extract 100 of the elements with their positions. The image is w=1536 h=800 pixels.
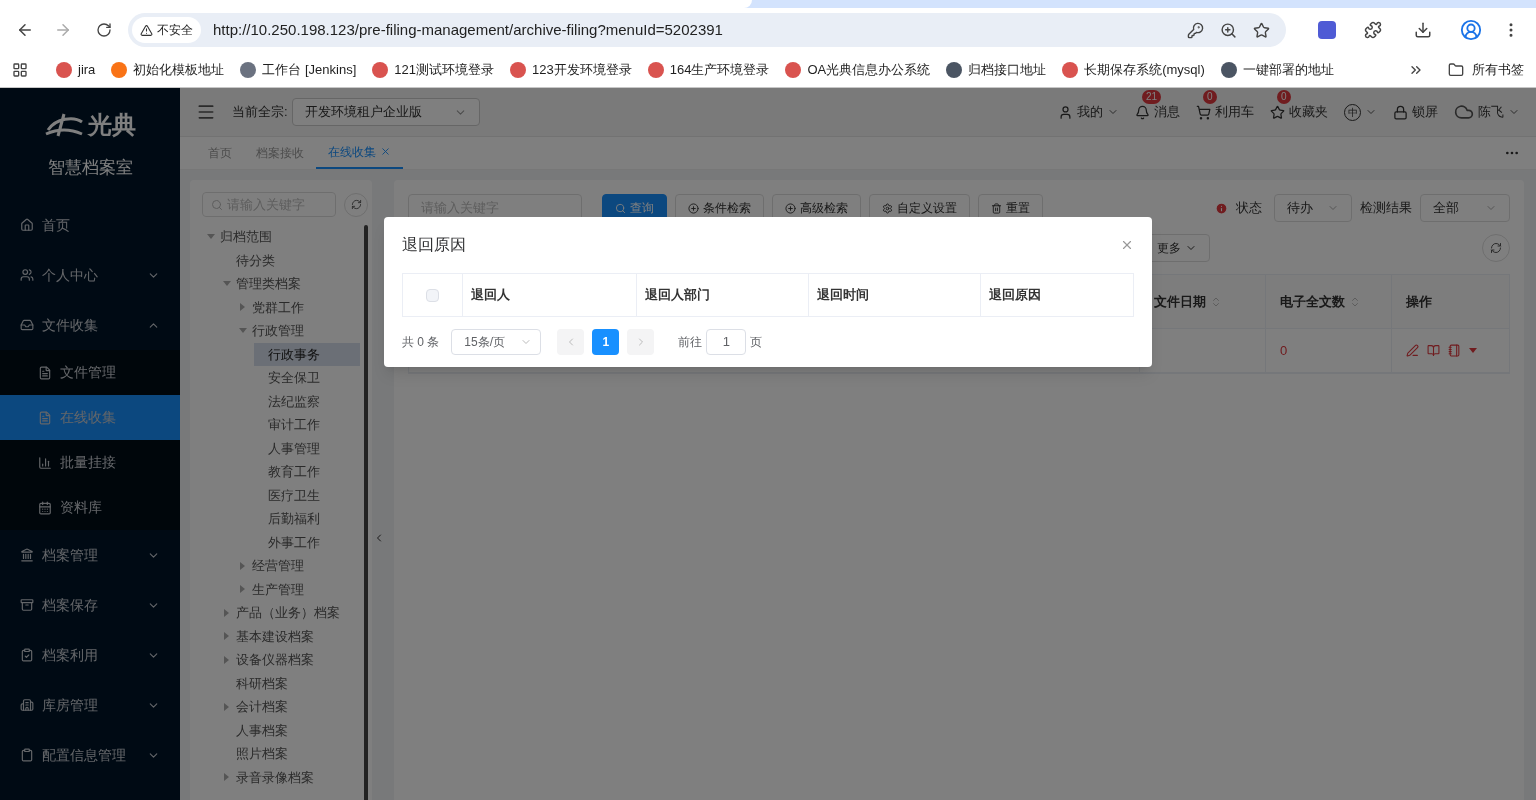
header-item[interactable]: 我的: [1058, 102, 1119, 122]
result-label: 检测结果: [1360, 199, 1412, 218]
tree-node[interactable]: 党群工作: [238, 295, 360, 319]
tree-node[interactable]: 管理类档案: [222, 272, 360, 296]
book-icon[interactable]: [1427, 344, 1440, 357]
tree-node[interactable]: 照片档案: [222, 742, 360, 766]
extension-icon[interactable]: [1318, 21, 1336, 39]
search-icon: [211, 198, 223, 211]
bookmark-link[interactable]: jira: [78, 59, 96, 80]
plus-circle-icon: [688, 202, 699, 214]
tree-node[interactable]: 教育工作: [254, 460, 360, 484]
tree-node[interactable]: 经营管理: [238, 554, 360, 578]
tree-node[interactable]: 行政管理: [238, 319, 360, 343]
result-select[interactable]: 全部: [1420, 194, 1510, 222]
reload-icon[interactable]: [96, 22, 112, 38]
tree-node[interactable]: 产品（业务）档案: [222, 601, 360, 625]
bookmark-link[interactable]: 164生产环境登录: [669, 59, 770, 80]
tree-node[interactable]: 会计档案: [222, 695, 360, 719]
refresh-icon: [350, 199, 362, 210]
bookmark-icon: [1062, 61, 1079, 78]
header-item[interactable]: 陈飞: [1454, 102, 1520, 122]
menu-item[interactable]: 文件收集: [0, 300, 180, 350]
submenu-item[interactable]: 文件管理: [0, 350, 180, 395]
count-badge: 0: [1277, 90, 1291, 105]
menu-item[interactable]: 首页: [0, 200, 180, 250]
header-item[interactable]: 消息: [1135, 102, 1180, 122]
url-text[interactable]: http://10.250.198.123/pre-filing-management/archive-filing?menuId=5202391: [213, 18, 1187, 42]
bookmark-link[interactable]: 长期保存系统(mysql): [1084, 59, 1205, 80]
close-icon[interactable]: [380, 146, 391, 157]
submenu-item[interactable]: 资料库: [0, 485, 180, 530]
page-input[interactable]: 1: [706, 329, 747, 355]
tree-node[interactable]: 科研档案: [222, 671, 360, 695]
tree-node[interactable]: 行政事务: [254, 342, 360, 366]
bookmark-link[interactable]: OA光典信息办公系统: [807, 59, 931, 80]
close-icon[interactable]: [1120, 238, 1134, 252]
caret-right-icon: [224, 773, 230, 782]
bookmark-icon: [372, 61, 389, 78]
key-icon[interactable]: [1187, 21, 1204, 39]
edit-icon[interactable]: [1406, 344, 1419, 357]
page-number-button[interactable]: 1: [592, 329, 620, 355]
page-tab[interactable]: 在线收集: [316, 136, 403, 169]
extensions-icon[interactable]: [1364, 21, 1382, 39]
caret-right-icon: [224, 702, 230, 711]
table-cell: 0: [1265, 329, 1391, 372]
menu-item[interactable]: 库房管理: [0, 680, 180, 730]
zoom-icon[interactable]: [1220, 21, 1237, 39]
user-icon: [1058, 104, 1073, 120]
tree-node[interactable]: 人事档案: [222, 718, 360, 742]
total-count: 共 0 条: [402, 334, 440, 351]
page-size-select[interactable]: 15条/页: [451, 329, 542, 355]
header-item[interactable]: 收藏夹: [1270, 102, 1328, 122]
tree-node[interactable]: 法纪监察: [254, 389, 360, 413]
scrollbar-thumb[interactable]: [364, 225, 368, 800]
profile-icon[interactable]: [1460, 19, 1482, 41]
apps-icon[interactable]: [12, 61, 28, 78]
tree-node[interactable]: 设备仪器档案: [222, 648, 360, 672]
header-item[interactable]: 利用车: [1196, 102, 1254, 122]
caret-right-icon: [240, 303, 246, 312]
bookmark-link[interactable]: 工作台 [Jenkins]: [262, 59, 357, 80]
bookmark-star-icon[interactable]: [1253, 21, 1270, 39]
bookmark-link[interactable]: 一键部署的地址: [1242, 59, 1334, 80]
tree-node[interactable]: 审计工作: [254, 413, 360, 437]
bookmark-link[interactable]: 初始化模板地址: [133, 59, 225, 80]
tree-node[interactable]: 医疗卫生: [254, 483, 360, 507]
menu-item[interactable]: 档案利用: [0, 630, 180, 680]
bookmark-icon: [946, 61, 963, 78]
address-bar[interactable]: 不安全 http://10.250.198.123/pre-filing-management/archive-filing?menuId=5202391: [128, 13, 1286, 47]
download-icon[interactable]: [1414, 21, 1432, 39]
fonds-select[interactable]: 开发环境租户企业版: [291, 98, 480, 126]
tree-node[interactable]: 人事管理: [254, 436, 360, 460]
select-all-checkbox[interactable]: [426, 288, 439, 302]
menu-item[interactable]: 个人中心: [0, 250, 180, 300]
menu-item[interactable]: 配置信息管理: [0, 730, 180, 780]
tree-node[interactable]: 基本建设档案: [222, 624, 360, 648]
tree-node[interactable]: 外事工作: [254, 530, 360, 554]
bookmark-link[interactable]: 归档接口地址: [968, 59, 1047, 80]
status-select[interactable]: 待办: [1274, 194, 1352, 222]
tree-node[interactable]: 安全保卫: [254, 366, 360, 390]
column-header[interactable]: 电子全文数: [1265, 275, 1391, 328]
forward-icon[interactable]: [54, 21, 72, 39]
tree-node[interactable]: 待分类: [222, 248, 360, 272]
header-item[interactable]: 中: [1344, 103, 1377, 121]
tree-node[interactable]: 后勤福利: [254, 507, 360, 531]
menu-toggle-icon[interactable]: [196, 102, 216, 122]
submenu-item[interactable]: 批量挂接: [0, 440, 180, 485]
header-item[interactable]: 锁屏: [1393, 102, 1438, 122]
caret-down-icon[interactable]: [1469, 347, 1477, 354]
notebook-icon[interactable]: [1448, 344, 1461, 357]
tree-node[interactable]: 归档范围: [206, 225, 360, 249]
tree-node[interactable]: 录音录像档案: [222, 765, 360, 789]
column-header[interactable]: 操作: [1391, 275, 1509, 328]
tree-node[interactable]: 生产管理: [238, 577, 360, 601]
modal-overlay[interactable]: [0, 88, 1536, 800]
menu-item[interactable]: 档案管理: [0, 530, 180, 580]
menu-item[interactable]: 档案保存: [0, 580, 180, 630]
bookmark-link[interactable]: 121测试环境登录: [394, 59, 494, 80]
security-chip[interactable]: 不安全: [132, 17, 201, 43]
all-bookmarks-link[interactable]: 所有书签: [1472, 59, 1524, 80]
bookmark-link[interactable]: 123开发环境登录: [531, 59, 632, 80]
back-icon[interactable]: [16, 21, 34, 39]
